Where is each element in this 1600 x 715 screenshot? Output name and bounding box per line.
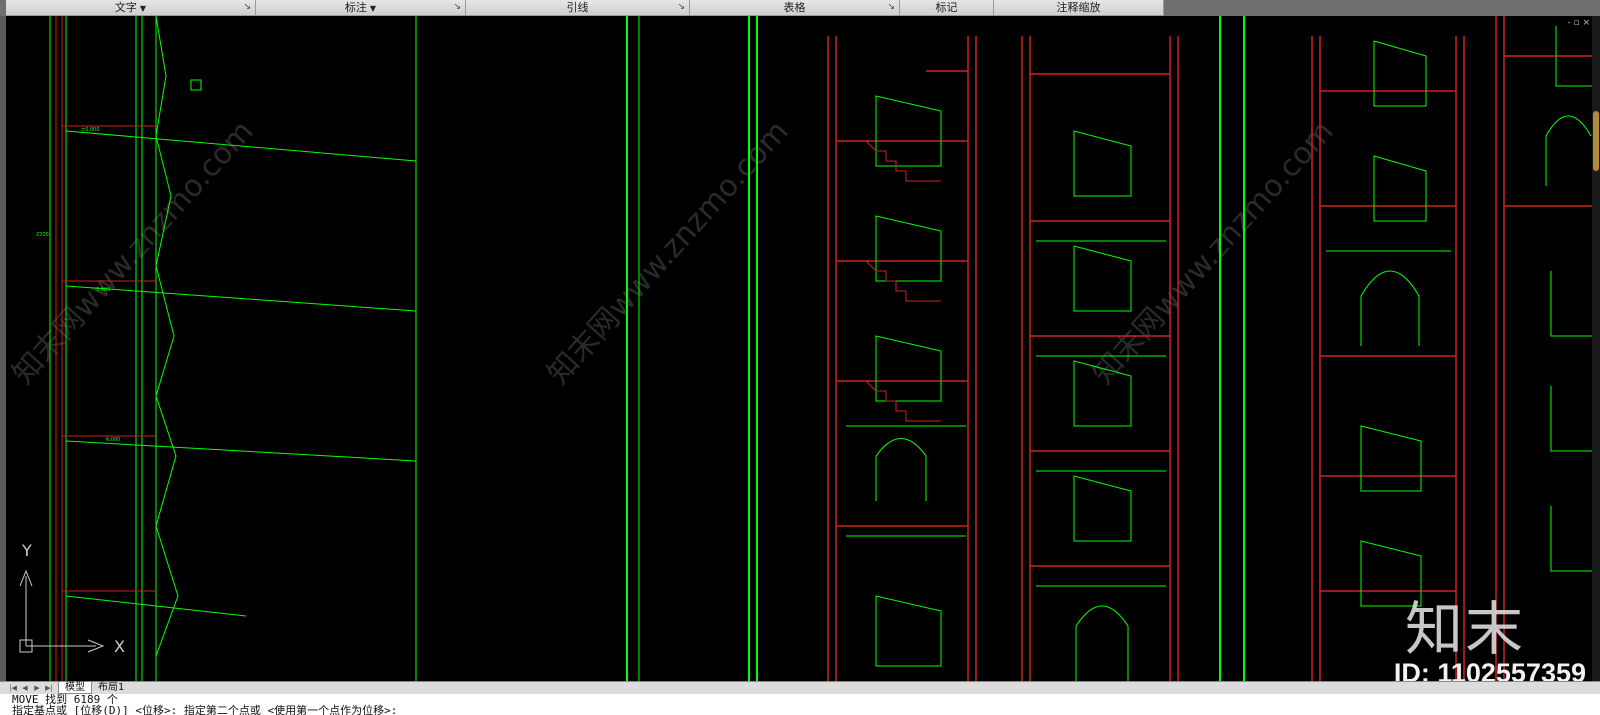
panel-text[interactable]: 文字 ▼ ↘	[6, 0, 256, 16]
panel-annotation-scaling-label: 注释缩放	[1056, 1, 1101, 14]
chevron-down-icon[interactable]: ▼	[140, 4, 146, 13]
command-history-line-2: 指定基点或 [位移(D)] <位移>: 指定第二个点或 <使用第一个点作为位移>…	[12, 704, 398, 715]
panel-launcher-icon[interactable]: ↘	[243, 0, 251, 15]
left-elevation-red-lines	[55, 16, 156, 681]
tab-layout1[interactable]: 布局1	[92, 682, 130, 694]
svg-text:±0.000: ±0.000	[81, 127, 100, 133]
panel-leader-label: 引线	[566, 1, 589, 14]
panel-launcher-icon[interactable]: ↘	[453, 0, 461, 15]
command-line[interactable]: MOVE 找到 6189 个 指定基点或 [位移(D)] <位移>: 指定第二个…	[0, 694, 1600, 715]
middle-lines	[626, 16, 1245, 681]
ribbon-panel-bar: 文字 ▼ ↘ 标注 ▼ ↘ 引线 ↘ 表格 ↘ 标记 注释缩放	[0, 0, 1600, 16]
last-tab-icon[interactable]: ▶|	[44, 682, 54, 694]
panel-markup-label: 标记	[935, 1, 958, 14]
svg-text:6.000: 6.000	[106, 437, 120, 443]
ucs-x-label: X	[114, 637, 125, 656]
drawing-canvas[interactable]: 知末网www.znzmo.com 知末网www.znzmo.com 知末网www…	[0, 16, 1600, 681]
viewport-window-controls[interactable]: - ▫ ×	[1567, 18, 1590, 28]
watermark-text: 知末网www.znzmo.com	[1086, 114, 1341, 391]
scrollbar-thumb[interactable]	[1593, 111, 1599, 171]
chevron-down-icon[interactable]: ▼	[370, 4, 376, 13]
diagonal-watermark: 知末网www.znzmo.com 知末网www.znzmo.com 知末网www…	[6, 114, 1340, 391]
panel-dimension[interactable]: 标注 ▼ ↘	[256, 0, 466, 16]
stair-section-1	[827, 36, 977, 681]
tab-model[interactable]: 模型	[58, 682, 92, 694]
next-tab-icon[interactable]: ▶	[32, 682, 42, 694]
panel-markup[interactable]: 标记	[900, 0, 994, 16]
layout-tab-bar: |◀ ◀ ▶ ▶| 模型 布局1	[0, 681, 1600, 694]
panel-leader[interactable]: 引线 ↘	[466, 0, 690, 16]
panel-dimension-label: 标注	[344, 1, 367, 14]
vertical-scrollbar[interactable]	[1592, 16, 1600, 681]
panel-text-label: 文字	[114, 1, 137, 14]
ucs-y-label: Y	[21, 541, 32, 560]
cad-drawing: 知末网www.znzmo.com 知末网www.znzmo.com 知末网www…	[6, 16, 1600, 681]
panel-table[interactable]: 表格 ↘	[690, 0, 900, 16]
first-tab-icon[interactable]: |◀	[8, 682, 18, 694]
svg-text:2700: 2700	[36, 232, 49, 238]
watermark-text: 知末网www.znzmo.com	[6, 114, 260, 391]
svg-text:3.000: 3.000	[96, 287, 110, 293]
watermark-logo: 知末	[1405, 595, 1526, 663]
panel-launcher-icon[interactable]: ↘	[887, 0, 895, 15]
panel-launcher-icon[interactable]: ↘	[677, 0, 685, 15]
panel-table-label: 表格	[783, 1, 806, 14]
left-elevation: 2700 ±0.000 3.000 6.000	[36, 16, 417, 681]
panel-annotation-scaling[interactable]: 注释缩放	[994, 0, 1164, 16]
prev-tab-icon[interactable]: ◀	[20, 682, 30, 694]
